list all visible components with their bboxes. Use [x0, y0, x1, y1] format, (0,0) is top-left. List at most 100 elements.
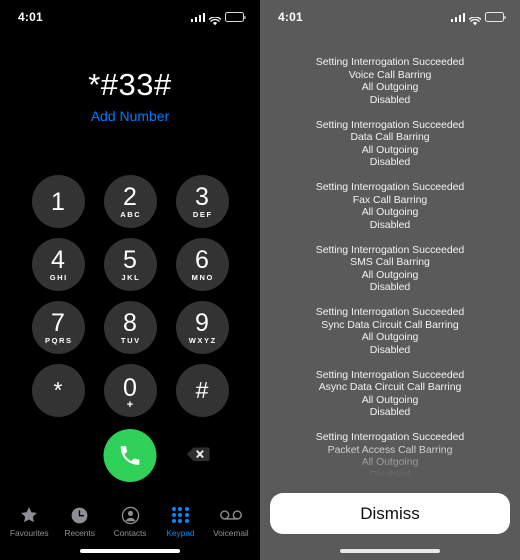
- alert-message-line: All Outgoing: [361, 81, 419, 93]
- battery-icon: [485, 12, 506, 22]
- dialpad-key-5[interactable]: 5 JKL: [103, 238, 157, 291]
- dialpad-key-1[interactable]: 1: [31, 175, 85, 228]
- alert-message-line: Disabled: [369, 281, 411, 293]
- alert-message-line: All Outgoing: [361, 143, 419, 156]
- dialpad-key-7[interactable]: 7 PQRS: [31, 301, 85, 354]
- tab-favourites[interactable]: Favourites: [4, 504, 54, 538]
- entered-number: *#33#: [88, 67, 172, 102]
- alert-message-block: Setting Interrogation Succeeded Fax Call …: [260, 181, 520, 231]
- alert-message-line: All Outgoing: [361, 393, 419, 406]
- dialpad-key-letters: PQRS: [44, 336, 73, 345]
- battery-icon: [225, 12, 246, 22]
- voicemail-icon: [219, 504, 242, 526]
- dialpad-key-digit: 1: [51, 187, 65, 216]
- alert-message-block: Setting Interrogation Succeeded Data Call…: [260, 119, 520, 169]
- cellular-signal-icon: [450, 12, 465, 22]
- dialpad-key-8[interactable]: 8 TUV: [103, 301, 157, 354]
- alert-message-line: All Outgoing: [361, 456, 419, 468]
- dialpad-key-4[interactable]: 4 GHI: [31, 238, 85, 291]
- status-bar-time: 4:01: [18, 10, 43, 24]
- tab-contacts[interactable]: Contacts: [105, 504, 155, 538]
- dialpad-key-digit: 8: [123, 309, 137, 337]
- dialpad-key-letters: MNO: [191, 273, 214, 282]
- alert-message-line: Disabled: [369, 406, 411, 418]
- alert-message-line: Disabled: [369, 468, 411, 481]
- dialpad-key-digit: *: [53, 377, 63, 403]
- alert-message-block: Setting Interrogation Succeeded Async Dat…: [260, 369, 520, 419]
- alert-message-line: Data Call Barring: [350, 131, 430, 143]
- alert-message-line: Setting Interrogation Succeeded: [315, 431, 465, 443]
- home-indicator-left: [80, 548, 180, 553]
- call-button[interactable]: [103, 429, 157, 482]
- status-bar-right: 4:01: [260, 0, 520, 28]
- dialpad-key-9[interactable]: 9 WXYZ: [175, 301, 229, 354]
- wifi-icon: [468, 13, 482, 25]
- alert-message-block: Setting Interrogation Succeeded Voice Cal…: [260, 56, 520, 106]
- home-indicator-right: [340, 548, 440, 553]
- dialpad-key-6[interactable]: 6 MNO: [175, 238, 229, 291]
- alert-message-line: Disabled: [369, 218, 411, 231]
- dialpad-key-digit: 5: [123, 246, 137, 274]
- dialpad-key-digit: 6: [195, 246, 209, 274]
- tab-label: Recents: [64, 528, 95, 538]
- dialpad-key-3[interactable]: 3 DEF: [175, 175, 229, 228]
- dialpad-key-star[interactable]: *: [31, 364, 85, 417]
- dialpad-key-digit: 2: [123, 183, 137, 211]
- dialpad-key-hash[interactable]: #: [175, 364, 229, 417]
- dialpad: 1 2 ABC 3 DEF 4 GHI 5 JKL 6 MNO 7 PQRS 8 TUV 9 WXYZ * 0 + #: [0, 175, 260, 417]
- keypad-grid-icon: [172, 504, 189, 526]
- alert-message-line: Disabled: [369, 343, 411, 356]
- alert-message-list[interactable]: Setting Interrogation Succeeded Voice Cal…: [260, 56, 520, 504]
- person-circle-icon: [121, 504, 140, 526]
- tab-recents[interactable]: Recents: [54, 504, 104, 538]
- tab-voicemail[interactable]: Voicemail: [206, 504, 256, 538]
- alert-message-block: Setting Interrogation Succeeded Packet Ac…: [260, 431, 520, 481]
- tab-bar: Favourites Recents Contacts Keypad Voicemail: [0, 504, 260, 538]
- alert-message-line: Setting Interrogation Succeeded: [315, 181, 465, 193]
- dialpad-key-letters: +: [126, 398, 134, 411]
- alert-message-line: Setting Interrogation Succeeded: [315, 118, 465, 131]
- tab-label: Voicemail: [213, 528, 249, 538]
- dialpad-key-digit: 7: [51, 309, 65, 337]
- status-bar-icons-right: [450, 12, 506, 25]
- alert-message-line: Sync Data Circuit Call Barring: [321, 318, 459, 331]
- alert-message-block: Setting Interrogation Succeeded SMS Call …: [260, 244, 520, 294]
- dialpad-key-letters: DEF: [192, 210, 213, 219]
- backspace-delete-icon: [186, 447, 210, 461]
- dialpad-key-2[interactable]: 2 ABC: [103, 175, 157, 228]
- dismiss-button[interactable]: Dismiss: [270, 493, 510, 534]
- dialpad-key-letters: JKL: [121, 273, 141, 282]
- dialpad-key-0[interactable]: 0 +: [103, 364, 157, 417]
- dial-display: *#33# Add Number: [0, 68, 260, 126]
- dialpad-key-digit: 9: [195, 309, 209, 337]
- left-phone-panel: 4:01 *#33# Add Number 1 2 ABC 3 DEF 4 GHI 5 JKL 6…: [0, 0, 260, 560]
- tab-label: Favourites: [9, 528, 49, 538]
- alert-message-line: Setting Interrogation Succeeded: [315, 306, 465, 318]
- alert-message-line: All Outgoing: [361, 268, 419, 281]
- dialpad-key-digit: 4: [51, 246, 65, 274]
- tab-label: Keypad: [166, 528, 195, 538]
- add-number-link[interactable]: Add Number: [91, 108, 170, 124]
- alert-message-line: Packet Access Call Barring: [327, 443, 453, 456]
- alert-message-line: Setting Interrogation Succeeded: [315, 56, 465, 68]
- alert-message-line: Setting Interrogation Succeeded: [315, 368, 465, 381]
- alert-message-line: Disabled: [369, 93, 411, 106]
- alert-message-line: All Outgoing: [361, 206, 419, 218]
- status-bar-time-right: 4:01: [278, 10, 303, 24]
- dialer-action-row: [0, 429, 260, 483]
- dialpad-key-letters: WXYZ: [188, 336, 217, 345]
- dialpad-key-digit: 3: [195, 183, 209, 211]
- dialpad-key-digit: #: [195, 377, 209, 403]
- cellular-signal-icon: [190, 12, 205, 22]
- keypad-grid-icon: [172, 506, 189, 524]
- wifi-icon: [208, 13, 222, 25]
- tab-keypad[interactable]: Keypad: [155, 504, 205, 538]
- dialpad-key-letters: ABC: [120, 210, 142, 219]
- star-icon: [19, 504, 39, 526]
- clock-icon: [70, 504, 89, 526]
- phone-handset-icon: [120, 446, 140, 465]
- alert-message-line: Async Data Circuit Call Barring: [318, 381, 462, 393]
- dismiss-button-label: Dismiss: [360, 503, 420, 523]
- alert-message-line: SMS Call Barring: [350, 256, 430, 268]
- delete-button[interactable]: [186, 445, 210, 463]
